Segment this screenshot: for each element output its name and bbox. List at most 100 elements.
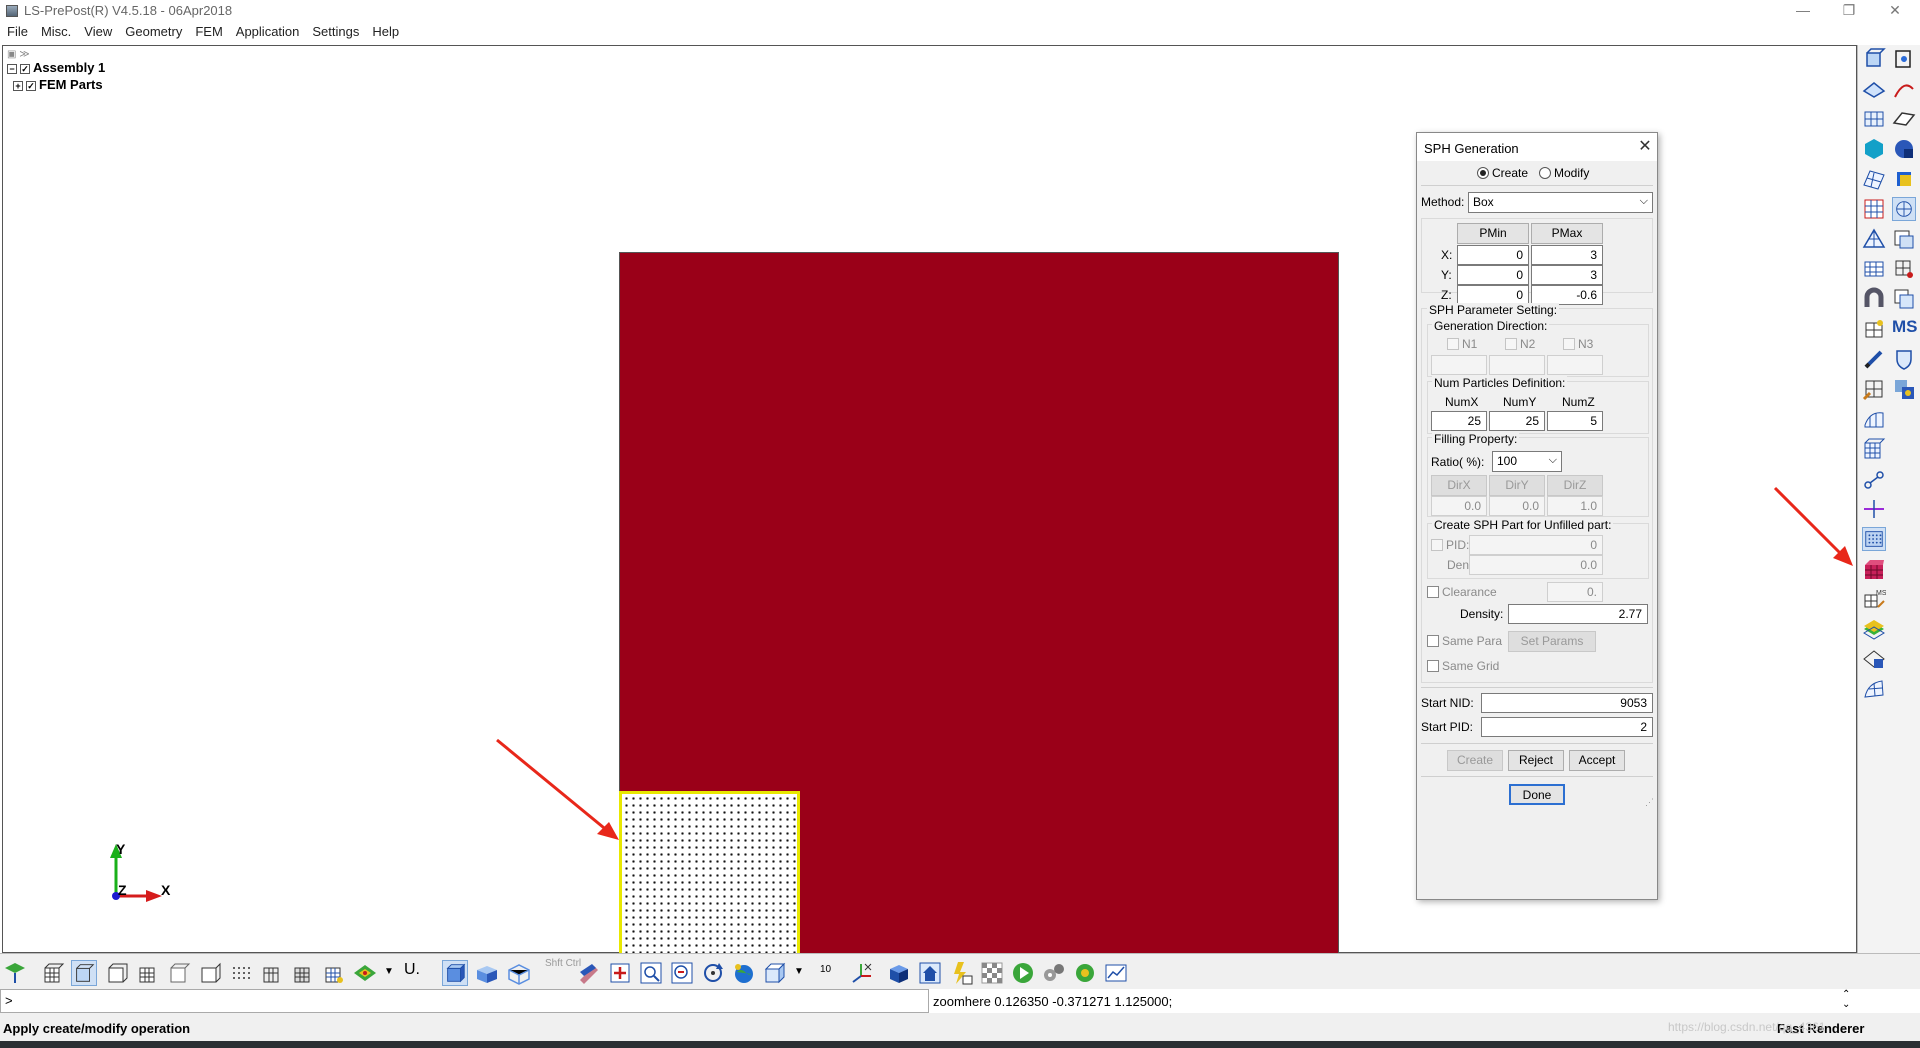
ratio-select[interactable]: 100 ⌵: [1492, 451, 1562, 472]
n1-field[interactable]: [1431, 355, 1487, 375]
start-nid-field[interactable]: 9053: [1481, 693, 1653, 713]
perspective-cube-icon[interactable]: [442, 960, 468, 986]
wire-cube-icon[interactable]: [506, 960, 532, 986]
view-fringe-icon[interactable]: [321, 960, 347, 986]
wire-mesh-icon[interactable]: [1862, 647, 1886, 671]
sph-particles-region[interactable]: [619, 791, 800, 972]
reject-button[interactable]: Reject: [1508, 750, 1564, 771]
n2-field[interactable]: [1489, 355, 1545, 375]
chevron-down-icon[interactable]: ▼: [794, 966, 804, 977]
axis-xyz-icon[interactable]: [848, 960, 874, 986]
blue-cube-icon[interactable]: [886, 960, 912, 986]
accept-button[interactable]: Accept: [1569, 750, 1625, 771]
start-pid-field[interactable]: 2: [1481, 717, 1653, 737]
resize-grip-icon[interactable]: ⋰: [1645, 797, 1654, 808]
curve-icon[interactable]: [1892, 77, 1916, 101]
clearance-checkbox[interactable]: Clearance: [1427, 585, 1497, 599]
view-hidden-icon[interactable]: [166, 960, 192, 986]
ymin-field[interactable]: 0: [1457, 265, 1529, 285]
play-icon[interactable]: [1010, 960, 1036, 986]
solid-cube-icon[interactable]: [474, 960, 500, 986]
view-box-icon[interactable]: [762, 960, 788, 986]
tree-item-assembly[interactable]: − ✓ Assembly 1: [7, 60, 105, 75]
checkbox-icon[interactable]: [1427, 635, 1439, 647]
particle-block-icon[interactable]: [1862, 557, 1886, 581]
dirx-header[interactable]: DirX: [1431, 475, 1487, 496]
menu-view[interactable]: View: [77, 22, 118, 39]
translate-icon[interactable]: [576, 960, 602, 986]
n2-checkbox[interactable]: N2: [1505, 337, 1535, 351]
zoom-in-icon[interactable]: [607, 960, 633, 986]
zmin-field[interactable]: 0: [1457, 285, 1529, 305]
pencil-icon[interactable]: [1862, 347, 1886, 371]
numy-field[interactable]: 25: [1489, 411, 1545, 431]
contour-icon[interactable]: [352, 960, 378, 986]
sphere-mesh-icon[interactable]: [1892, 197, 1916, 221]
numz-field[interactable]: 5: [1547, 411, 1603, 431]
graph-window-icon[interactable]: [1103, 960, 1129, 986]
checkbox-icon[interactable]: [1447, 338, 1459, 350]
same-grid-checkbox[interactable]: Same Grid: [1427, 659, 1499, 673]
view-outline-icon[interactable]: [197, 960, 223, 986]
menu-application[interactable]: Application: [229, 22, 306, 39]
pid-checkbox[interactable]: PID:: [1431, 538, 1469, 552]
checker-icon[interactable]: [979, 960, 1005, 986]
shell-warp-icon[interactable]: [1862, 407, 1886, 431]
method-select[interactable]: Box ⌵: [1468, 192, 1653, 213]
xmax-field[interactable]: 3: [1531, 245, 1603, 265]
tree-item-fem-parts[interactable]: + ✓ FEM Parts: [13, 77, 103, 92]
modify-radio[interactable]: Modify: [1539, 166, 1589, 180]
zoom-fit-icon[interactable]: [669, 960, 695, 986]
view-points-icon[interactable]: [228, 960, 254, 986]
solid-hex-icon[interactable]: [1862, 137, 1886, 161]
zmax-field[interactable]: -0.6: [1531, 285, 1603, 305]
mesh-grid-icon[interactable]: [1862, 107, 1886, 131]
xmin-field[interactable]: 0: [1457, 245, 1529, 265]
view-mesh-icon[interactable]: [135, 960, 161, 986]
minimize-button[interactable]: —: [1780, 0, 1826, 22]
close-icon[interactable]: ✕: [1635, 136, 1655, 156]
tree-expand-icon[interactable]: −: [7, 63, 17, 74]
checkbox-icon[interactable]: [1427, 660, 1439, 672]
pid-field[interactable]: 0: [1469, 535, 1603, 555]
checkbox-icon[interactable]: [1431, 539, 1443, 551]
curved-mesh-icon[interactable]: [1862, 677, 1886, 701]
view-iso-grid-icon[interactable]: [40, 960, 66, 986]
menu-settings[interactable]: Settings: [305, 22, 365, 39]
element-gen-icon[interactable]: [1892, 47, 1916, 71]
gears-icon[interactable]: [1041, 960, 1067, 986]
surface-mesh-icon[interactable]: [1862, 77, 1886, 101]
tree-toolbar-icons[interactable]: ▣ ≫: [7, 49, 30, 60]
clearance-field[interactable]: 0.: [1547, 582, 1603, 602]
dirz-field[interactable]: 1.0: [1547, 496, 1603, 516]
table-mesh-icon[interactable]: [1892, 227, 1916, 251]
n3-field[interactable]: [1547, 355, 1603, 375]
u-icon[interactable]: U.: [404, 961, 420, 979]
solid-shape-icon[interactable]: [1892, 137, 1916, 161]
radio-selected-icon[interactable]: [1477, 167, 1489, 179]
menu-fem[interactable]: FEM: [188, 22, 228, 39]
dirx-field[interactable]: 0.0: [1431, 496, 1487, 516]
done-button[interactable]: Done: [1509, 784, 1565, 805]
solid-mesh-icon[interactable]: [1862, 437, 1886, 461]
fem-parts-checkbox[interactable]: ✓: [26, 80, 36, 91]
menu-help[interactable]: Help: [365, 22, 405, 39]
view-edges-icon[interactable]: [290, 960, 316, 986]
pmax-header[interactable]: PMax: [1531, 223, 1603, 244]
checkbox-icon[interactable]: [1505, 338, 1517, 350]
ms-icon[interactable]: MS: [1892, 317, 1918, 341]
dirz-header[interactable]: DirZ: [1547, 475, 1603, 496]
create-radio[interactable]: Create: [1477, 166, 1528, 180]
lighting-icon[interactable]: [948, 960, 974, 986]
n1-checkbox[interactable]: N1: [1447, 337, 1477, 351]
radio-unselected-icon[interactable]: [1539, 167, 1551, 179]
ten-label[interactable]: 10: [820, 964, 831, 975]
plane-icon[interactable]: [1892, 107, 1916, 131]
grid-points-icon[interactable]: [1862, 257, 1886, 281]
beam-node-icon[interactable]: [1862, 467, 1886, 491]
create-button[interactable]: Create: [1447, 750, 1503, 771]
select-tool-icon[interactable]: [2, 960, 28, 986]
diry-field[interactable]: 0.0: [1489, 496, 1545, 516]
assembly-checkbox[interactable]: ✓: [20, 63, 30, 74]
node-edit-icon[interactable]: [1892, 257, 1916, 281]
